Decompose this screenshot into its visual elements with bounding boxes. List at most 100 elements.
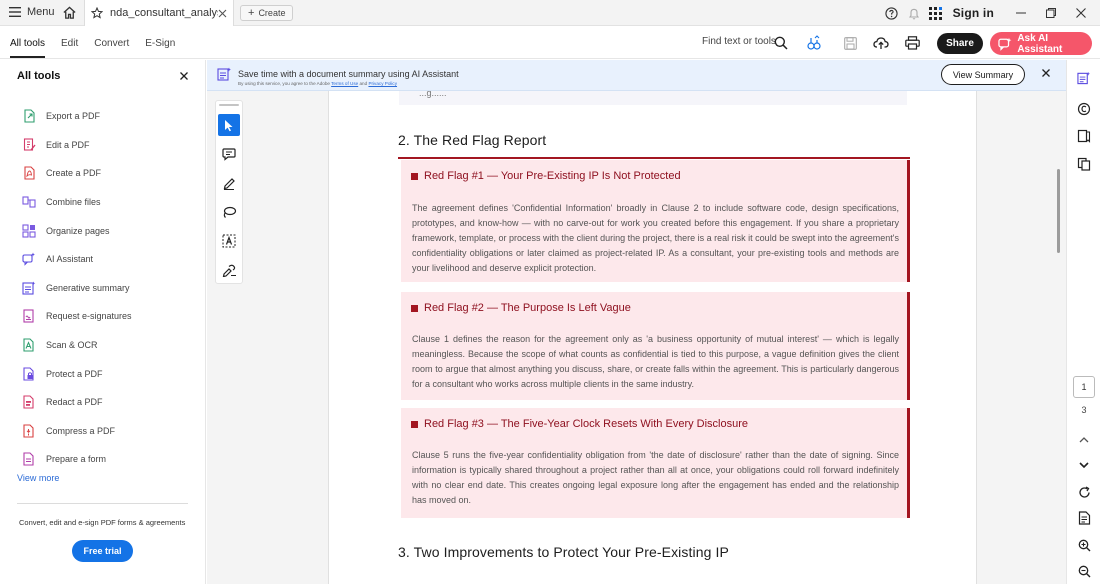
tab-esign[interactable]: E-Sign bbox=[145, 28, 175, 58]
ask-ai-assistant-button[interactable]: Ask AI Assistant bbox=[990, 32, 1092, 55]
view-summary-button[interactable]: View Summary bbox=[941, 64, 1025, 85]
home-button[interactable] bbox=[62, 5, 77, 20]
save-button[interactable] bbox=[840, 33, 860, 53]
print-button[interactable] bbox=[902, 33, 922, 53]
tool-redact-pdf[interactable]: Redact a PDF bbox=[22, 388, 202, 417]
plus-icon: + bbox=[248, 7, 255, 19]
text-box-icon bbox=[222, 234, 236, 248]
tool-prepare-form[interactable]: Prepare a form bbox=[22, 445, 202, 474]
minimize-icon bbox=[1016, 12, 1026, 14]
red-square-icon bbox=[411, 304, 418, 312]
ai-summary-banner: Save time with a document summary using … bbox=[207, 60, 1066, 91]
vertical-scrollbar[interactable] bbox=[1057, 169, 1060, 253]
red-flag-title-text: Red Flag #2 — The Purpose Is Left Vague bbox=[424, 302, 631, 314]
comments-panel-button[interactable] bbox=[1075, 100, 1093, 118]
bookmarks-panel-button[interactable] bbox=[1075, 127, 1093, 145]
bookmark-icon bbox=[1077, 129, 1091, 143]
comment-tool-button[interactable] bbox=[218, 143, 240, 165]
tool-ai-assistant[interactable]: AI Assistant bbox=[22, 245, 202, 274]
menu-button[interactable]: Menu bbox=[9, 6, 55, 18]
privacy-policy-link[interactable]: Privacy Policy bbox=[368, 81, 397, 86]
red-flag-title-text: Red Flag #3 — The Five-Year Clock Resets… bbox=[424, 418, 749, 430]
organize-pages-icon bbox=[22, 224, 36, 238]
title-bar-right: Sign in bbox=[881, 0, 1100, 26]
zoom-in-button[interactable] bbox=[1075, 536, 1093, 554]
tool-generative-summary[interactable]: Generative summary bbox=[22, 274, 202, 303]
search-button[interactable] bbox=[771, 33, 791, 53]
drag-handle[interactable] bbox=[219, 104, 239, 106]
hamburger-icon bbox=[9, 7, 21, 17]
minimize-button[interactable] bbox=[1006, 0, 1036, 26]
tab-close-icon[interactable] bbox=[218, 9, 227, 18]
ai-tools-button[interactable] bbox=[804, 33, 824, 53]
upload-cloud-button[interactable] bbox=[871, 33, 891, 53]
tool-label: Export a PDF bbox=[46, 111, 101, 122]
cloud-upload-icon bbox=[873, 37, 889, 49]
ask-ai-label: Ask AI Assistant bbox=[1017, 32, 1063, 55]
tab-edit[interactable]: Edit bbox=[61, 28, 78, 58]
pen-icon bbox=[223, 178, 235, 190]
terms-of-use-link[interactable]: Terms of Use bbox=[331, 81, 358, 86]
pages-panel-button[interactable] bbox=[1075, 155, 1093, 173]
view-more-link[interactable]: View more bbox=[17, 473, 59, 483]
create-button[interactable]: + Create bbox=[240, 5, 294, 21]
ai-summary-panel-button[interactable] bbox=[1075, 69, 1093, 87]
apps-button[interactable] bbox=[925, 0, 947, 26]
star-icon bbox=[91, 7, 103, 19]
tool-organize-pages[interactable]: Organize pages bbox=[22, 216, 202, 245]
banner-close-button[interactable] bbox=[1042, 69, 1050, 77]
restore-button[interactable] bbox=[1036, 0, 1066, 26]
tab-convert[interactable]: Convert bbox=[94, 28, 129, 58]
previous-page-button[interactable] bbox=[1075, 431, 1093, 449]
all-tools-panel: All tools Export a PDF Edit a PDF Create… bbox=[0, 60, 206, 584]
tab-all-tools[interactable]: All tools bbox=[10, 28, 46, 58]
tool-scan-ocr[interactable]: Scan & OCR bbox=[22, 331, 202, 360]
free-trial-button[interactable]: Free trial bbox=[72, 540, 133, 562]
red-flag-body: Clause 1 defines the reason for the agre… bbox=[412, 334, 899, 390]
share-button[interactable]: Share bbox=[937, 33, 983, 54]
tool-protect-pdf[interactable]: Protect a PDF bbox=[22, 359, 202, 388]
rotate-button[interactable] bbox=[1075, 483, 1093, 501]
close-window-button[interactable] bbox=[1066, 0, 1096, 26]
tool-label: Create a PDF bbox=[46, 168, 102, 179]
tool-create-pdf[interactable]: Create a PDF bbox=[22, 159, 202, 188]
document-lines-icon bbox=[1078, 511, 1090, 525]
panel-title: All tools bbox=[17, 70, 61, 82]
zoom-out-button[interactable] bbox=[1075, 562, 1093, 580]
request-esignatures-icon bbox=[22, 309, 36, 324]
summary-icon bbox=[1077, 71, 1091, 85]
next-page-button[interactable] bbox=[1075, 456, 1093, 474]
tool-label: Scan & OCR bbox=[46, 340, 98, 351]
select-tool-button[interactable] bbox=[218, 114, 240, 136]
red-flag-body: Clause 5 runs the five-year confidential… bbox=[412, 450, 899, 506]
comment-circle-icon bbox=[1077, 102, 1091, 116]
tool-request-esignatures[interactable]: Request e-signatures bbox=[22, 302, 202, 331]
help-button[interactable] bbox=[881, 0, 903, 26]
tool-compress-pdf[interactable]: Compress a PDF bbox=[22, 417, 202, 446]
save-icon bbox=[843, 36, 857, 50]
section-3-heading: 3. Two Improvements to Protect Your Pre-… bbox=[398, 544, 729, 560]
chevron-down-icon bbox=[1079, 462, 1089, 469]
summary-icon bbox=[217, 67, 232, 81]
current-page-input[interactable]: 1 bbox=[1073, 376, 1095, 398]
sign-in-button[interactable]: Sign in bbox=[953, 6, 994, 20]
banner-legal-prefix: By using this service, you agree to the … bbox=[238, 81, 330, 86]
page-display-button[interactable] bbox=[1075, 509, 1093, 527]
panel-close-button[interactable] bbox=[180, 72, 188, 80]
document-tab[interactable]: nda_consultant_analysis... bbox=[84, 0, 234, 26]
find-text-label[interactable]: Find text or tools bbox=[702, 36, 776, 47]
tool-label: Edit a PDF bbox=[46, 139, 90, 150]
red-flag-title: Red Flag #2 — The Purpose Is Left Vague bbox=[411, 302, 631, 314]
notifications-button[interactable] bbox=[903, 0, 925, 26]
close-icon bbox=[180, 72, 188, 80]
text-tool-button[interactable] bbox=[218, 230, 240, 252]
edit-pdf-icon bbox=[22, 138, 36, 152]
highlight-tool-button[interactable] bbox=[218, 172, 240, 194]
tool-combine-files[interactable]: Combine files bbox=[22, 188, 202, 217]
stamp-tool-button[interactable] bbox=[218, 259, 240, 281]
red-flag-title-text: Red Flag #1 — Your Pre-Existing IP Is No… bbox=[424, 170, 681, 182]
zoom-out-icon bbox=[1078, 565, 1090, 577]
tool-edit-pdf[interactable]: Edit a PDF bbox=[22, 131, 202, 160]
draw-tool-button[interactable] bbox=[218, 201, 240, 223]
tool-export-pdf[interactable]: Export a PDF bbox=[22, 102, 202, 131]
